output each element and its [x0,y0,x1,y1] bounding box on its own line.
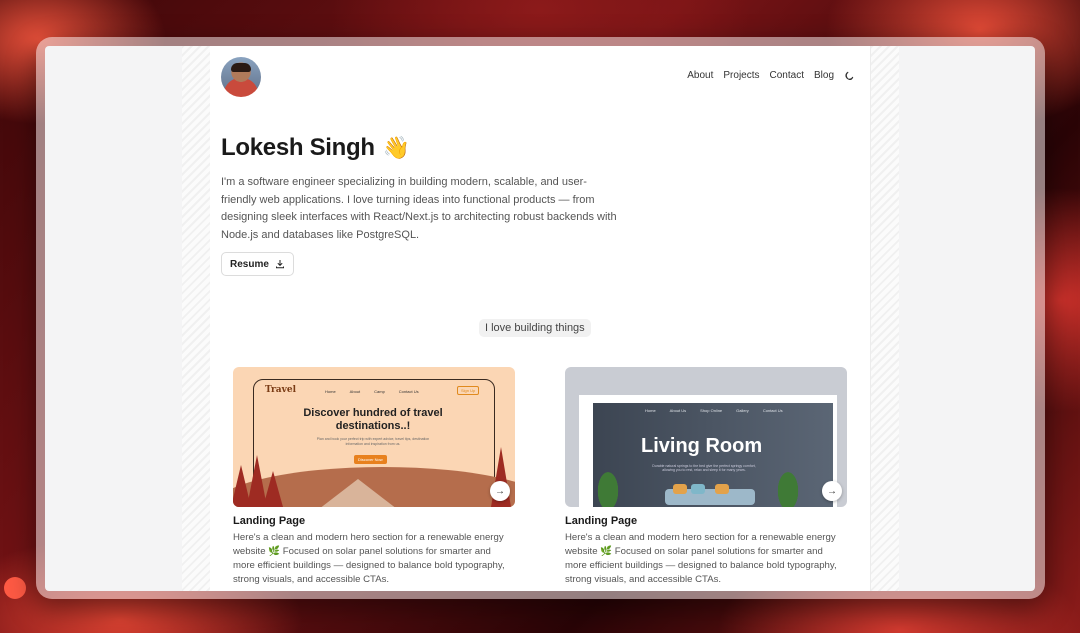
left-gutter [182,46,211,591]
thumb-cta: Discover Now [354,455,387,464]
project-description: Here's a clean and modern hero section f… [233,532,505,585]
thumb-headline: Living Room [641,435,763,457]
page-title: Lokesh Singh 👋 [221,134,410,162]
nav-contact[interactable]: Contact [770,70,804,81]
thumb-headline: Discover hundred of travel destinations.… [303,407,443,432]
nav-about[interactable]: About [687,70,713,81]
browser-viewport: About Projects Contact Blog Lokesh Singh… [45,46,1035,591]
section-pill: I love building things [479,319,591,337]
thumb-signup: Sign Up [457,386,480,395]
waving-hand-icon: 👋 [382,135,410,160]
project-card[interactable]: Home About Us Shop Online Gallery Contact … [565,367,847,587]
decorative-dot [4,577,26,599]
nav-blog[interactable]: Blog [814,70,834,81]
project-title: Landing Page [233,515,306,527]
thumb-subtext: Durable natural springs to the bed give … [652,464,756,472]
moon-icon[interactable] [844,71,854,81]
resume-label: Resume [230,258,269,270]
thumb-logo: Travel [265,385,296,395]
resume-button[interactable]: Resume [221,252,294,276]
thumb-subtext: Plan and book your perfect trip with exp… [316,437,430,446]
hero-intro: I'm a software engineer specializing in … [221,176,617,241]
thumb-nav: Home About Us Shop Online Gallery Contact … [645,408,783,413]
top-nav: About Projects Contact Blog [687,70,854,81]
download-icon [275,260,284,269]
right-gutter [870,46,899,591]
project-description: Here's a clean and modern hero section f… [565,532,837,585]
project-title: Landing Page [565,515,638,527]
avatar[interactable] [221,57,261,97]
arrow-right-icon[interactable]: → [822,481,842,501]
hero-name: Lokesh Singh [221,134,375,161]
project-thumbnail-travel[interactable]: Travel Home About Camp Contact Us Sign Up … [233,367,515,507]
portfolio-page: About Projects Contact Blog Lokesh Singh… [210,46,870,591]
arrow-right-icon[interactable]: → [490,481,510,501]
project-thumbnail-living-room[interactable]: Home About Us Shop Online Gallery Contact … [565,367,847,507]
thumb-nav: Home About Camp Contact Us [325,389,419,394]
nav-projects[interactable]: Projects [723,70,759,81]
project-card[interactable]: Travel Home About Camp Contact Us Sign Up … [233,367,515,587]
